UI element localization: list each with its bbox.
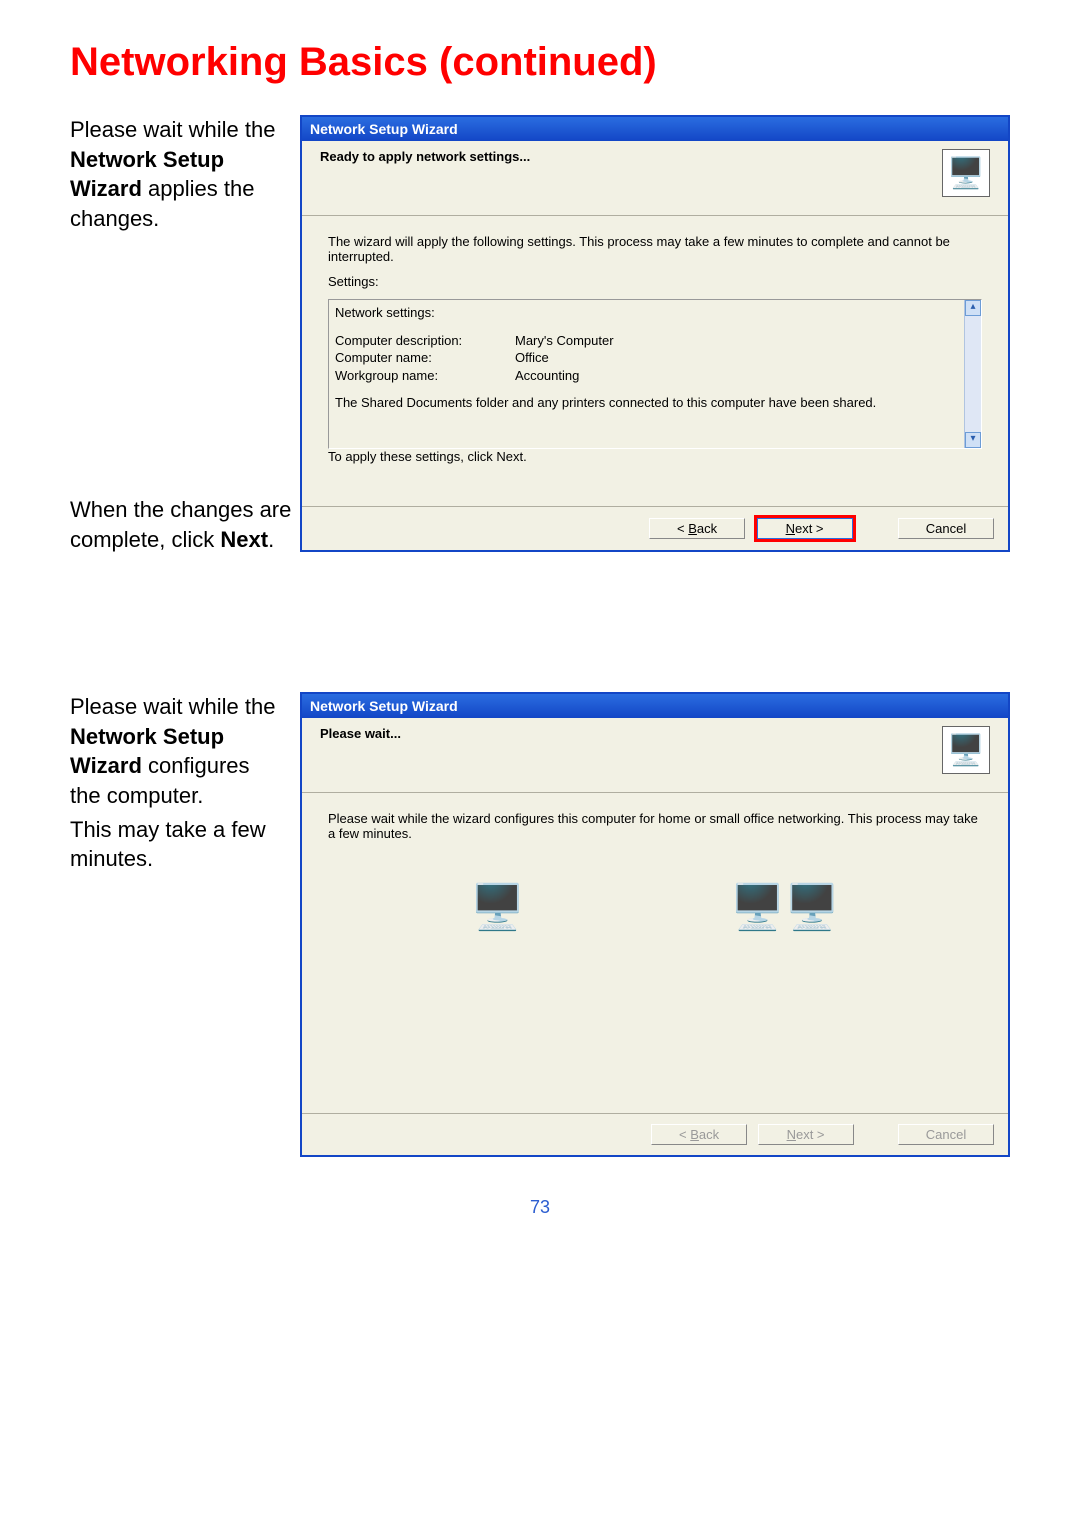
side1-pre: Please wait while the	[70, 117, 275, 142]
side-text-1: Please wait while the Network Setup Wiza…	[70, 115, 300, 238]
side1b-bold: Next	[220, 527, 268, 552]
settings-header-line: Network settings:	[335, 304, 961, 322]
kv-val: Office	[515, 349, 549, 367]
wizard1-intro: The wizard will apply the following sett…	[328, 234, 982, 264]
next-button: Next >	[758, 1124, 854, 1145]
wizard2-header: Please wait... 🖥️	[302, 718, 1008, 793]
wizard2-button-row: < Back Next > Cancel	[302, 1113, 1008, 1155]
section-please-wait: Please wait while the Network Setup Wiza…	[70, 692, 1010, 1157]
settings-label: Settings:	[328, 274, 982, 289]
scrollbar[interactable]: ▴ ▾	[964, 300, 981, 448]
network-animation: 🖥️ 🖥️🖥️	[368, 881, 942, 933]
wizard2-header-text: Please wait...	[320, 726, 401, 741]
network-computers-icon: 🖥️🖥️	[730, 881, 840, 933]
page-title: Networking Basics (continued)	[70, 40, 1010, 85]
side-text-2: Please wait while the Network Setup Wiza…	[70, 692, 300, 878]
network-wizard-icon: 🖥️	[942, 726, 990, 774]
wizard-window-2: Network Setup Wizard Please wait... 🖥️ P…	[300, 692, 1010, 1157]
scroll-down-icon[interactable]: ▾	[965, 432, 981, 448]
shared-line: The Shared Documents folder and any prin…	[335, 394, 961, 412]
wizard1-header: Ready to apply network settings... 🖥️	[302, 141, 1008, 216]
computer-icon: 🖥️	[470, 881, 525, 933]
wizard2-intro: Please wait while the wizard configures …	[328, 811, 982, 841]
kv-row: Workgroup name:Accounting	[335, 367, 961, 385]
side2-extra: This may take a few minutes.	[70, 815, 284, 874]
kv-key: Computer name:	[335, 349, 515, 367]
kv-key: Workgroup name:	[335, 367, 515, 385]
wizard1-body: The wizard will apply the following sett…	[302, 216, 1008, 506]
side2-pre: Please wait while the	[70, 694, 275, 719]
scroll-up-icon[interactable]: ▴	[965, 300, 981, 316]
wizard1-instruction: To apply these settings, click Next.	[328, 449, 982, 464]
side1b-post: .	[268, 527, 274, 552]
settings-content: Network settings: Computer description:M…	[329, 300, 981, 416]
cancel-button[interactable]: Cancel	[898, 518, 994, 539]
wizard-window-1: Network Setup Wizard Ready to apply netw…	[300, 115, 1010, 552]
back-button: < Back	[651, 1124, 747, 1145]
wizard1-button-row: < Back Next > Cancel	[302, 506, 1008, 550]
next-button[interactable]: Next >	[756, 517, 854, 540]
page-number: 73	[70, 1197, 1010, 1218]
wizard1-titlebar: Network Setup Wizard	[302, 117, 1008, 141]
settings-listbox[interactable]: Network settings: Computer description:M…	[328, 299, 982, 449]
kv-row: Computer name:Office	[335, 349, 961, 367]
section-apply-settings: Please wait while the Network Setup Wiza…	[70, 115, 1010, 552]
document-page: Networking Basics (continued) Please wai…	[0, 0, 1080, 1248]
cancel-button: Cancel	[898, 1124, 994, 1145]
kv-val: Accounting	[515, 367, 579, 385]
kv-key: Computer description:	[335, 332, 515, 350]
wizard2-body: Please wait while the wizard configures …	[302, 793, 1008, 1113]
wizard1-header-text: Ready to apply network settings...	[320, 149, 530, 164]
back-button[interactable]: < Back	[649, 518, 745, 539]
wizard2-titlebar: Network Setup Wizard	[302, 694, 1008, 718]
kv-row: Computer description:Mary's Computer	[335, 332, 961, 350]
network-wizard-icon: 🖥️	[942, 149, 990, 197]
kv-val: Mary's Computer	[515, 332, 614, 350]
